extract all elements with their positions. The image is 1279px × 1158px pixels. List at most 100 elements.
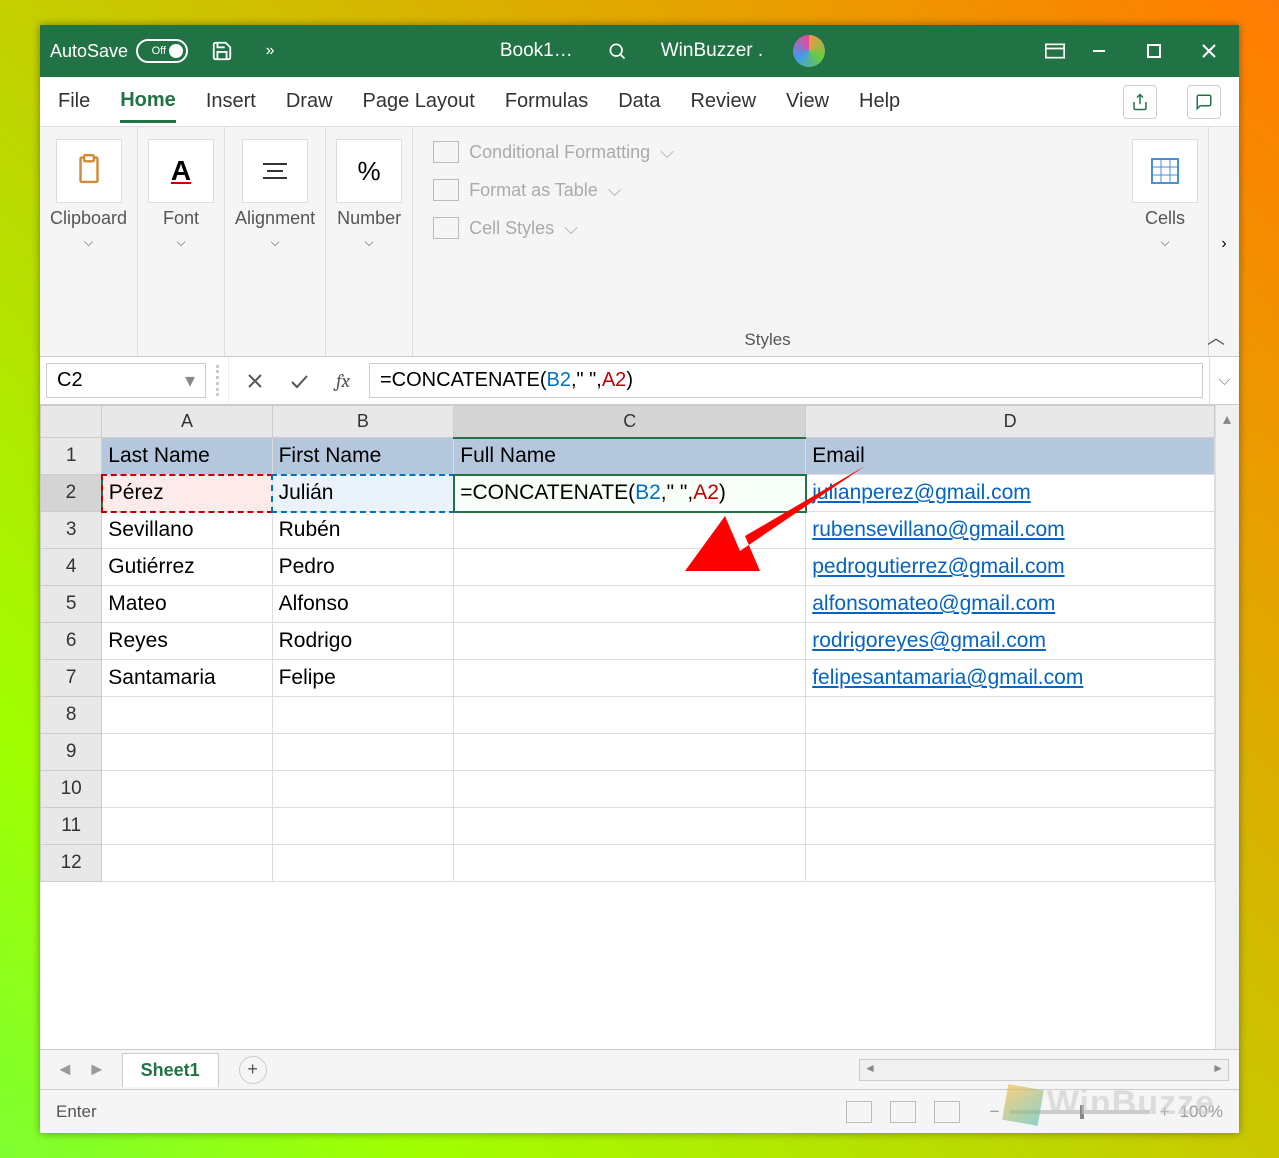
cell-a6[interactable]: Reyes bbox=[102, 623, 272, 660]
cell[interactable] bbox=[454, 845, 806, 882]
vertical-scrollbar[interactable]: ▴ bbox=[1215, 405, 1239, 1049]
zoom-in-button[interactable]: + bbox=[1160, 1102, 1170, 1122]
row-header[interactable]: 11 bbox=[41, 808, 102, 845]
resize-handle[interactable] bbox=[216, 365, 224, 396]
cell[interactable] bbox=[806, 845, 1215, 882]
cell[interactable] bbox=[806, 771, 1215, 808]
cell[interactable] bbox=[454, 808, 806, 845]
cell[interactable] bbox=[454, 697, 806, 734]
cell-c2-editing[interactable]: =CONCATENATE(B2," ",A2) bbox=[454, 475, 806, 512]
toggle-switch[interactable]: Off bbox=[136, 39, 188, 63]
cell[interactable] bbox=[272, 808, 454, 845]
cell[interactable] bbox=[806, 697, 1215, 734]
save-icon[interactable] bbox=[208, 37, 236, 65]
cell-a4[interactable]: Gutiérrez bbox=[102, 549, 272, 586]
tab-formulas[interactable]: Formulas bbox=[505, 82, 588, 121]
page-break-view-button[interactable] bbox=[934, 1101, 960, 1123]
cell[interactable] bbox=[272, 771, 454, 808]
scroll-up-icon[interactable]: ▴ bbox=[1219, 409, 1235, 425]
more-icon[interactable]: » bbox=[256, 37, 284, 65]
collapse-ribbon-button[interactable]: ︿ bbox=[1207, 324, 1225, 350]
close-button[interactable] bbox=[1199, 41, 1219, 61]
cell[interactable] bbox=[102, 808, 272, 845]
zoom-level[interactable]: 100% bbox=[1180, 1102, 1223, 1122]
col-header-a[interactable]: A bbox=[102, 406, 272, 438]
tab-insert[interactable]: Insert bbox=[206, 82, 256, 121]
ribbon-mode-icon[interactable] bbox=[1041, 37, 1069, 65]
chevron-down-icon[interactable]: ⌵ bbox=[176, 235, 185, 250]
tab-help[interactable]: Help bbox=[859, 82, 900, 121]
cell-b6[interactable]: Rodrigo bbox=[272, 623, 454, 660]
cell-c4[interactable] bbox=[454, 549, 806, 586]
cell-a3[interactable]: Sevillano bbox=[102, 512, 272, 549]
zoom-out-button[interactable]: − bbox=[990, 1102, 1000, 1122]
search-icon[interactable] bbox=[603, 37, 631, 65]
cell-b7[interactable]: Felipe bbox=[272, 660, 454, 697]
formula-input[interactable]: =CONCATENATE(B2," ",A2) bbox=[369, 363, 1203, 398]
cell-b4[interactable]: Pedro bbox=[272, 549, 454, 586]
number-button[interactable]: % bbox=[336, 139, 402, 203]
cell[interactable] bbox=[454, 734, 806, 771]
name-box[interactable]: C2 ▾ bbox=[46, 363, 206, 398]
cell-a2[interactable]: Pérez bbox=[102, 475, 272, 512]
sheet-next-icon[interactable]: ► bbox=[88, 1059, 106, 1080]
font-button[interactable]: A bbox=[148, 139, 214, 203]
cell-a5[interactable]: Mateo bbox=[102, 586, 272, 623]
chevron-down-icon[interactable]: ⌵ bbox=[365, 235, 374, 250]
cell[interactable] bbox=[102, 697, 272, 734]
cell-c7[interactable] bbox=[454, 660, 806, 697]
row-header[interactable]: 4 bbox=[41, 549, 102, 586]
cell[interactable] bbox=[806, 734, 1215, 771]
row-header[interactable]: 8 bbox=[41, 697, 102, 734]
cell-c6[interactable] bbox=[454, 623, 806, 660]
cell-d7[interactable]: felipesantamaria@gmail.com bbox=[806, 660, 1215, 697]
row-header[interactable]: 12 bbox=[41, 845, 102, 882]
cell-b5[interactable]: Alfonso bbox=[272, 586, 454, 623]
user-avatar[interactable] bbox=[793, 35, 825, 67]
chevron-down-icon[interactable]: ▾ bbox=[185, 368, 195, 393]
autosave-toggle[interactable]: AutoSave Off bbox=[50, 39, 188, 63]
col-header-c[interactable]: C bbox=[454, 406, 806, 438]
cell-b3[interactable]: Rubén bbox=[272, 512, 454, 549]
format-as-table-button[interactable]: Format as Table⌵ bbox=[433, 179, 1102, 201]
sheet-prev-icon[interactable]: ◄ bbox=[56, 1059, 74, 1080]
cell-d3[interactable]: rubensevillano@gmail.com bbox=[806, 512, 1215, 549]
tab-review[interactable]: Review bbox=[690, 82, 756, 121]
cell[interactable] bbox=[102, 734, 272, 771]
cell-c3[interactable] bbox=[454, 512, 806, 549]
col-header-d[interactable]: D bbox=[806, 406, 1215, 438]
cell-c1[interactable]: Full Name bbox=[454, 438, 806, 475]
add-sheet-button[interactable]: + bbox=[239, 1056, 267, 1084]
cell-b1[interactable]: First Name bbox=[272, 438, 454, 475]
cells-button[interactable] bbox=[1132, 139, 1198, 203]
cell[interactable] bbox=[454, 771, 806, 808]
select-all-button[interactable] bbox=[41, 406, 102, 438]
paste-button[interactable] bbox=[56, 139, 122, 203]
ribbon-overflow[interactable]: › bbox=[1209, 127, 1239, 356]
tab-home[interactable]: Home bbox=[120, 81, 176, 123]
enter-icon[interactable] bbox=[287, 369, 311, 393]
maximize-button[interactable] bbox=[1144, 41, 1164, 61]
row-header[interactable]: 10 bbox=[41, 771, 102, 808]
fx-icon[interactable]: fx bbox=[331, 369, 355, 393]
alignment-button[interactable] bbox=[242, 139, 308, 203]
tab-data[interactable]: Data bbox=[618, 82, 660, 121]
cell-b2[interactable]: Julián bbox=[272, 475, 454, 512]
expand-formula-bar[interactable]: ⌵ bbox=[1209, 357, 1239, 404]
cell[interactable] bbox=[102, 771, 272, 808]
chevron-down-icon[interactable]: ⌵ bbox=[84, 235, 93, 250]
row-header[interactable]: 7 bbox=[41, 660, 102, 697]
cell-d4[interactable]: pedrogutierrez@gmail.com bbox=[806, 549, 1215, 586]
cell[interactable] bbox=[806, 808, 1215, 845]
normal-view-button[interactable] bbox=[846, 1101, 872, 1123]
conditional-formatting-button[interactable]: Conditional Formatting⌵ bbox=[433, 141, 1102, 163]
cell[interactable] bbox=[102, 845, 272, 882]
sheet-tab-sheet1[interactable]: Sheet1 bbox=[122, 1053, 219, 1087]
cell-c5[interactable] bbox=[454, 586, 806, 623]
tab-file[interactable]: File bbox=[58, 82, 90, 121]
cell-d6[interactable]: rodrigoreyes@gmail.com bbox=[806, 623, 1215, 660]
row-header[interactable]: 5 bbox=[41, 586, 102, 623]
cell-d2[interactable]: julianperez@gmail.com bbox=[806, 475, 1215, 512]
cancel-icon[interactable] bbox=[243, 369, 267, 393]
comments-button[interactable] bbox=[1187, 85, 1221, 119]
